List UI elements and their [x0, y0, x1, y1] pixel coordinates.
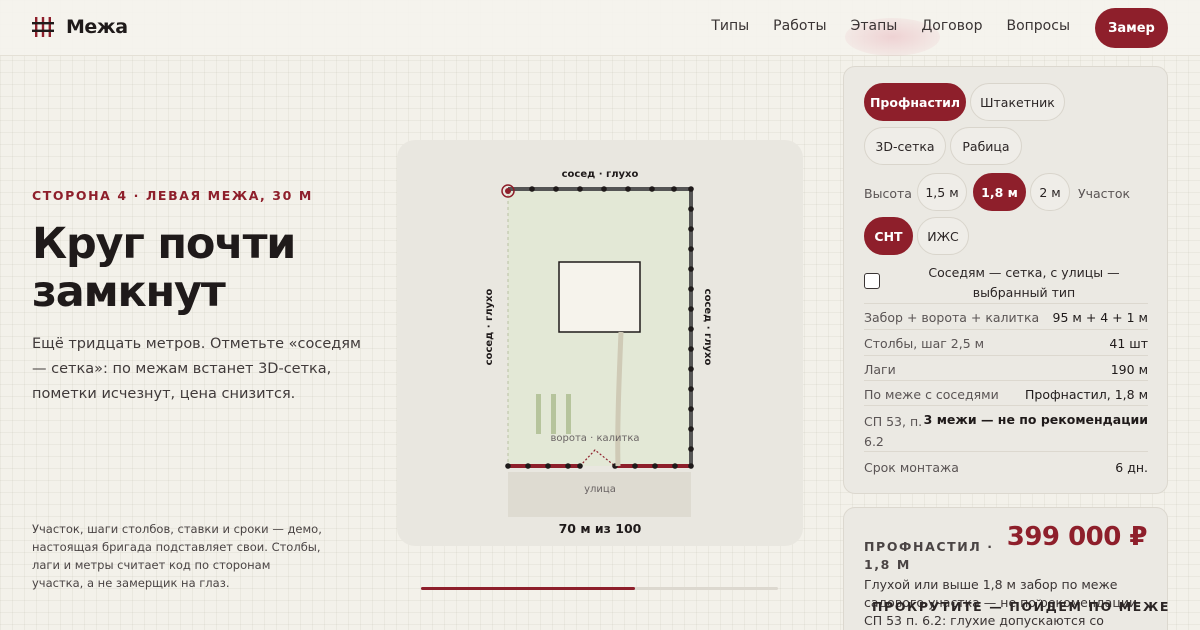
brand-name: Межа	[66, 16, 128, 38]
plot-plan: сосед · глухо сосед · глухо сосед · глух…	[484, 169, 713, 536]
height-chip-1-8[interactable]: 1,8 м	[973, 173, 1026, 211]
gate-label: ворота · калитка	[550, 433, 639, 444]
header: Межа Типы Работы Этапы Договор Вопросы З…	[0, 0, 1200, 56]
left-side-label: сосед · глухо	[484, 289, 495, 366]
config-panel: Профнастил Штакетник 3D-сетка Рабица Выс…	[843, 66, 1168, 494]
spec-row: СП 53, п. 6.2 3 межи — не по рекомендаци…	[864, 405, 1148, 451]
spec-row: Столбы, шаг 2,5 м 41 шт	[864, 329, 1148, 355]
progress-fill	[421, 587, 636, 590]
nav-item-stages[interactable]: Этапы	[851, 18, 898, 34]
type-chip-shtaketnik[interactable]: Штакетник	[970, 83, 1065, 121]
hero-lead: Ещё тридцать метров. Отметьте «соседям —…	[32, 336, 361, 402]
type-chip-rabitsa[interactable]: Рабица	[950, 127, 1022, 165]
spec-key: Забор + ворота + калитка	[864, 310, 1040, 325]
house	[558, 261, 641, 333]
length-counter: 70 м из 100	[559, 521, 642, 536]
spec-value: 41 шт	[1109, 336, 1148, 351]
nav-item-works[interactable]: Работы	[773, 18, 826, 34]
type-chip-profnastil[interactable]: Профнастил	[864, 83, 966, 121]
street-label: улица	[584, 484, 616, 495]
neighbors-mesh-checkbox[interactable]	[864, 273, 880, 289]
plot-plan-card: сосед · глухо сосед · глухо сосед · глух…	[397, 140, 803, 546]
spec-row: Срок монтажа 6 дн.	[864, 451, 1148, 481]
garden-bed	[536, 394, 541, 434]
scroll-hint: ПРОКРУТИТЕ — ПОЙДЕМ ПО МЕЖЕ	[872, 599, 1170, 614]
disclaimer-note: Участок, шаги столбов, ставки и сроки — …	[32, 522, 322, 590]
spec-value: 95 м + 4 + 1 м	[1052, 310, 1148, 325]
nav-item-faq[interactable]: Вопросы	[1006, 18, 1070, 34]
main-nav: Типы Работы Этапы Договор Вопросы	[711, 18, 1070, 34]
spec-value: Профнастил, 1,8 м	[1025, 387, 1148, 402]
spec-value: 3 межи — не по рекомендации	[923, 412, 1148, 427]
measure-button[interactable]: Замер	[1095, 8, 1168, 48]
type-chip-3d-mesh[interactable]: 3D-сетка	[864, 127, 946, 165]
logo[interactable]: Межа	[32, 16, 128, 38]
spec-value: 6 дн.	[1115, 460, 1148, 475]
right-side-label: сосед · глухо	[702, 289, 713, 366]
spec-key: Срок монтажа	[864, 460, 959, 475]
spec-key: Столбы, шаг 2,5 м	[864, 336, 985, 351]
spec-value: 190 м	[1110, 362, 1148, 377]
height-chip-1-5[interactable]: 1,5 м	[917, 173, 967, 211]
plot-chip-izhs[interactable]: ИЖС	[917, 217, 969, 255]
nav-item-contract[interactable]: Договор	[921, 18, 982, 34]
section-eyebrow: СТОРОНА 4 · ЛЕВАЯ МЕЖА, 30 М	[32, 188, 313, 203]
plot-chip-snt[interactable]: СНТ	[864, 217, 913, 255]
plot-label: Участок	[1078, 186, 1131, 201]
neighbors-mesh-label: Соседям — сетка, с улицы — выбранный тип	[928, 265, 1120, 300]
garden-bed	[551, 394, 556, 434]
price-label: ПРОФНАСТИЛ · 1,8 М	[864, 539, 994, 572]
spec-row: Лаги 190 м	[864, 355, 1148, 381]
nav-item-types[interactable]: Типы	[711, 18, 749, 34]
spec-key: Лаги	[864, 362, 896, 377]
price-value: 399 000 ₽	[1006, 522, 1148, 552]
height-label: Высота	[864, 186, 912, 201]
spec-row: Забор + ворота + калитка 95 м + 4 + 1 м	[864, 303, 1148, 329]
height-chip-2[interactable]: 2 м	[1030, 173, 1070, 211]
garden-bed	[566, 394, 571, 434]
hero-title: Круг почти замкнут	[32, 219, 296, 317]
spec-row: По меже с соседями Профнастил, 1,8 м	[864, 380, 1148, 406]
progress-bar	[421, 587, 778, 590]
top-side-label: сосед · глухо	[562, 169, 639, 180]
spec-key: По меже с соседями	[864, 387, 999, 402]
fence-logo-icon	[32, 17, 54, 37]
